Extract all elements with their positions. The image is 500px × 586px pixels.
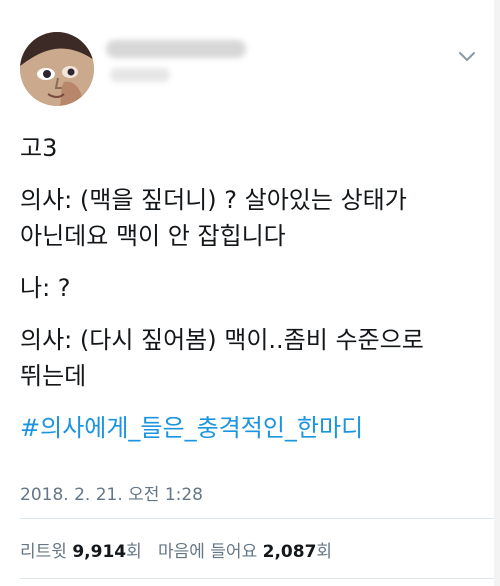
tweet-line-3: 나: ?	[20, 274, 71, 302]
tweet-timestamp[interactable]: 2018. 2. 21. 오전 1:28	[20, 480, 203, 505]
hashtag-link[interactable]: #의사에게_들은_충격적인_한마디	[20, 414, 363, 442]
scrollbar[interactable]	[494, 0, 500, 586]
tweet-header	[20, 22, 480, 106]
like-label: 마음에 들어요	[157, 542, 258, 562]
tweet-line-2a: 의사: (맥을 짚더니) ? 살아있는 상태가	[20, 186, 407, 214]
retweet-label: 리트윗	[20, 542, 67, 562]
like-stat[interactable]: 마음에 들어요 2,087회	[158, 542, 332, 562]
tweet-text: 고3 의사: (맥을 짚더니) ? 살아있는 상태가 아닌데요 맥이 안 잡힙니…	[20, 130, 480, 462]
avatar[interactable]	[20, 32, 94, 106]
tweet-stats: 리트윗 9,914회 마음에 들어요 2,087회	[20, 537, 332, 562]
divider-top	[20, 518, 500, 519]
display-name-redacted[interactable]	[106, 40, 246, 58]
like-count: 2,087	[262, 542, 317, 562]
handle-redacted[interactable]	[110, 68, 170, 82]
tweet-line-2: 의사: (맥을 짚더니) ? 살아있는 상태가 아닌데요 맥이 안 잡힙니다	[20, 182, 480, 254]
tweet-line-2b: 아닌데요 맥이 안 잡힙니다	[20, 222, 286, 250]
avatar-image	[20, 32, 94, 106]
retweet-stat[interactable]: 리트윗 9,914회	[20, 542, 147, 562]
divider-bottom	[20, 578, 500, 579]
tweet-card: 고3 의사: (맥을 짚더니) ? 살아있는 상태가 아닌데요 맥이 안 잡힙니…	[0, 0, 500, 586]
tweet-line-4a: 의사: (다시 짚어봄) 맥이..좀비 수준으로	[20, 326, 424, 354]
tweet-line-1: 고3	[20, 134, 58, 162]
retweet-unit: 회	[126, 542, 142, 562]
chevron-down-icon[interactable]	[456, 48, 478, 64]
tweet-line-4b: 뛰는데	[20, 362, 87, 390]
tweet-hashtag-line: #의사에게_들은_충격적인_한마디	[20, 410, 480, 446]
retweet-count: 9,914	[72, 542, 127, 562]
tweet-line-4: 의사: (다시 짚어봄) 맥이..좀비 수준으로 뛰는데	[20, 322, 480, 394]
like-unit: 회	[316, 542, 333, 562]
